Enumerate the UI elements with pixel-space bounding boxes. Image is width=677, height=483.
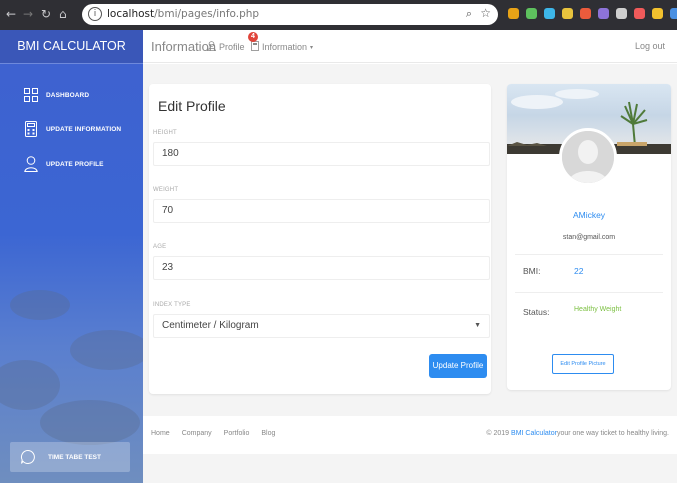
browser-toolbar: ← → ↻ ⌂ i localhost/bmi/pages/info.php ⌕… — [0, 0, 677, 30]
information-dropdown[interactable]: Information ▾ — [251, 41, 313, 53]
footer-link-home[interactable]: Home — [151, 430, 170, 437]
footer-links: Home Company Portfolio Blog — [151, 430, 275, 437]
back-icon[interactable]: ← — [6, 7, 16, 21]
sidebar-item-label: UPDATE PROFILE — [46, 160, 104, 168]
weight-input[interactable]: 70 — [153, 199, 490, 223]
bookmark-star-icon[interactable]: ☆ — [480, 6, 491, 20]
user-icon — [24, 156, 38, 172]
address-bar[interactable]: i localhost/bmi/pages/info.php ⌕ ☆ — [82, 4, 498, 25]
footer-link-portfolio[interactable]: Portfolio — [224, 430, 250, 437]
caret-down-icon: ▼ — [474, 322, 481, 329]
sidebar-item-update-profile[interactable]: UPDATE PROFILE — [24, 153, 104, 175]
background-rock — [0, 360, 60, 410]
chat-icon — [20, 449, 36, 465]
url-text[interactable]: localhost/bmi/pages/info.php — [107, 8, 259, 20]
home-icon[interactable]: ⌂ — [59, 7, 67, 21]
sidebar-item-label: DASHBOARD — [46, 91, 90, 99]
sidebar-item-label: UPDATE INFORMATION — [46, 125, 122, 133]
browser-extension-icon[interactable] — [508, 8, 519, 19]
site-info-icon[interactable]: i — [88, 7, 102, 21]
browser-extension-icon[interactable] — [616, 8, 627, 19]
notification-badge[interactable]: 4 — [248, 32, 258, 42]
extension-icons — [508, 8, 677, 22]
index-type-label: INDEX TYPE — [153, 302, 191, 308]
background-rock — [10, 290, 70, 320]
background-rock — [70, 330, 150, 370]
sidebar-item-dashboard[interactable]: DASHBOARD — [24, 84, 89, 106]
copyright: © 2019 BMI Calculatoryour one way ticket… — [486, 430, 669, 437]
index-type-select[interactable]: Centimeter / Kilogram ▼ — [153, 314, 490, 338]
avatar[interactable] — [559, 128, 617, 186]
bmi-value: 22 — [574, 266, 584, 276]
zoom-icon[interactable]: ⌕ — [466, 7, 472, 21]
browser-extension-icon[interactable] — [526, 8, 537, 19]
profile-name[interactable]: AMickey — [507, 210, 671, 220]
footer-link-company[interactable]: Company — [182, 430, 212, 437]
profile-card: AMickey stan@gmail.com BMI: 22 Status: H… — [507, 84, 671, 390]
browser-extension-icon[interactable] — [652, 8, 663, 19]
sidebar: BMI CALCULATOR DASHBOARD UPDATE INFORMAT… — [0, 30, 150, 483]
browser-extension-icon[interactable] — [544, 8, 555, 19]
sidebar-item-time-table-test[interactable]: TIME TABE TEST — [10, 442, 130, 472]
forward-icon[interactable]: → — [23, 7, 33, 21]
status-label: Status: — [523, 307, 550, 317]
profile-link[interactable]: Profile — [207, 41, 245, 53]
browser-extension-icon[interactable] — [670, 8, 677, 19]
calculator-icon — [251, 41, 259, 53]
weight-label: WEIGHT — [153, 187, 179, 193]
background-rock — [40, 400, 140, 445]
sidebar-item-update-information[interactable]: UPDATE INFORMATION — [24, 118, 121, 140]
browser-extension-icon[interactable] — [598, 8, 609, 19]
browser-extension-icon[interactable] — [562, 8, 573, 19]
edit-profile-picture-button[interactable]: Edit Profile Picture — [552, 354, 614, 374]
grid-icon — [24, 87, 38, 103]
profile-email: stan@gmail.com — [562, 234, 616, 241]
age-input[interactable]: 23 — [153, 256, 490, 280]
edit-profile-card: Edit Profile HEIGHT 180 WEIGHT 70 AGE 23… — [149, 84, 491, 394]
age-label: AGE — [153, 244, 167, 250]
browser-extension-icon[interactable] — [580, 8, 591, 19]
main-content: Edit Profile HEIGHT 180 WEIGHT 70 AGE 23… — [143, 64, 677, 483]
top-navbar: Information Profile Information ▾ 4 Log … — [143, 30, 677, 63]
height-input[interactable]: 180 — [153, 142, 490, 166]
sidebar-item-label: TIME TABE TEST — [48, 453, 101, 461]
update-profile-button[interactable]: Update Profile — [429, 354, 487, 378]
bmi-label: BMI: — [523, 266, 541, 276]
brand-divider — [0, 63, 143, 64]
caret-down-icon: ▾ — [310, 44, 314, 51]
browser-extension-icon[interactable] — [634, 8, 645, 19]
reload-icon[interactable]: ↻ — [41, 7, 51, 21]
footer: Home Company Portfolio Blog © 2019 BMI C… — [143, 416, 677, 454]
divider — [515, 292, 663, 293]
status-value: Healthy Weight — [574, 306, 622, 313]
edit-profile-title: Edit Profile — [158, 98, 226, 114]
calculator-icon — [24, 121, 38, 137]
logout-link[interactable]: Log out — [635, 41, 665, 51]
divider — [515, 254, 663, 255]
copyright-link[interactable]: BMI Calculator — [511, 430, 557, 437]
footer-link-blog[interactable]: Blog — [261, 430, 275, 437]
avatar-silhouette-icon — [562, 131, 614, 183]
brand-title[interactable]: BMI CALCULATOR — [0, 30, 143, 63]
height-label: HEIGHT — [153, 130, 177, 136]
user-icon — [207, 41, 216, 53]
index-type-value: Centimeter / Kilogram — [162, 320, 259, 331]
